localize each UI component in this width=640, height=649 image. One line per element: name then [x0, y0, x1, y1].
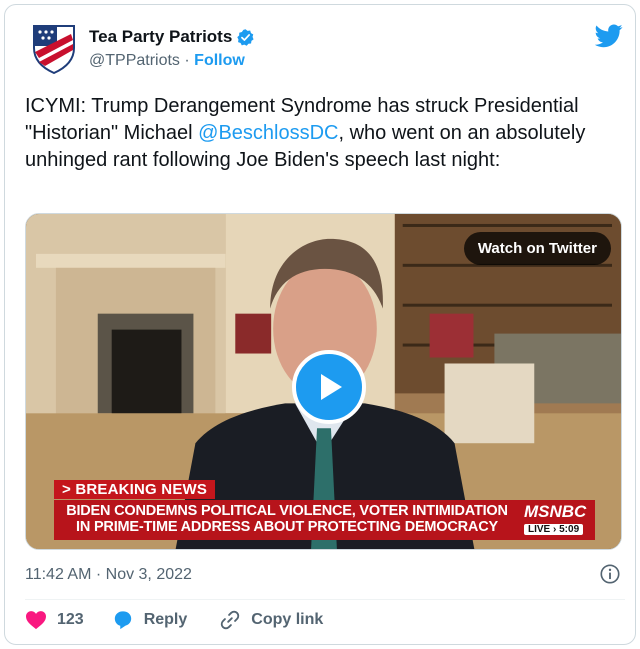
- reply-button[interactable]: Reply: [112, 610, 188, 630]
- display-name[interactable]: Tea Party Patriots: [89, 27, 232, 47]
- handle-separator: ·: [184, 52, 190, 69]
- play-icon: [321, 374, 342, 400]
- heart-icon: [26, 611, 46, 630]
- follow-button[interactable]: Follow: [194, 52, 245, 69]
- play-button[interactable]: [292, 350, 366, 424]
- twitter-bird-icon[interactable]: [595, 24, 623, 48]
- like-count: 123: [57, 611, 84, 628]
- reply-bubble-icon: [114, 611, 131, 630]
- author-name-row: Tea Party Patriots: [89, 27, 255, 47]
- mention-link[interactable]: @BeschlossDC: [198, 122, 338, 144]
- tweet-card: Tea Party Patriots @TPPatriots · Follow …: [4, 4, 636, 645]
- action-bar: 123 Reply Copy link: [25, 609, 323, 631]
- divider: [25, 599, 625, 600]
- verified-badge-icon: [237, 28, 254, 46]
- link-icon: [221, 610, 240, 630]
- headline-line-1: BIDEN CONDEMNS POLITICAL VIOLENCE, VOTER…: [66, 503, 508, 519]
- handle-row: @TPPatriots · Follow: [89, 52, 245, 70]
- network-name: MSNBC: [524, 502, 587, 521]
- tweet-timestamp[interactable]: 11:42 AM · Nov 3, 2022: [25, 566, 192, 584]
- video-player[interactable]: Watch on Twitter > BREAKING NEWS BIDEN C…: [25, 213, 622, 550]
- live-indicator: LIVE › 5:09: [524, 524, 584, 535]
- tweet-text: ICYMI: Trump Derangement Syndrome has st…: [25, 93, 625, 174]
- reply-label: Reply: [143, 611, 188, 628]
- live-label: LIVE: [528, 524, 551, 535]
- handle[interactable]: @TPPatriots: [89, 52, 180, 69]
- network-bug: MSNBC LIVE › 5:09: [520, 500, 595, 540]
- avatar[interactable]: [31, 22, 77, 74]
- copy-link-label: Copy link: [251, 611, 324, 628]
- headline-line-2: IN PRIME-TIME ADDRESS ABOUT PROTECTING D…: [76, 519, 498, 535]
- like-button[interactable]: 123: [25, 610, 84, 630]
- news-headline-banner: BIDEN CONDEMNS POLITICAL VIOLENCE, VOTER…: [54, 500, 520, 540]
- breaking-news-tag: > BREAKING NEWS: [54, 480, 216, 499]
- watch-on-twitter-button[interactable]: Watch on Twitter: [463, 232, 611, 265]
- copy-link-button[interactable]: Copy link: [219, 609, 323, 631]
- info-icon[interactable]: [599, 563, 621, 585]
- live-time: 5:09: [559, 524, 580, 535]
